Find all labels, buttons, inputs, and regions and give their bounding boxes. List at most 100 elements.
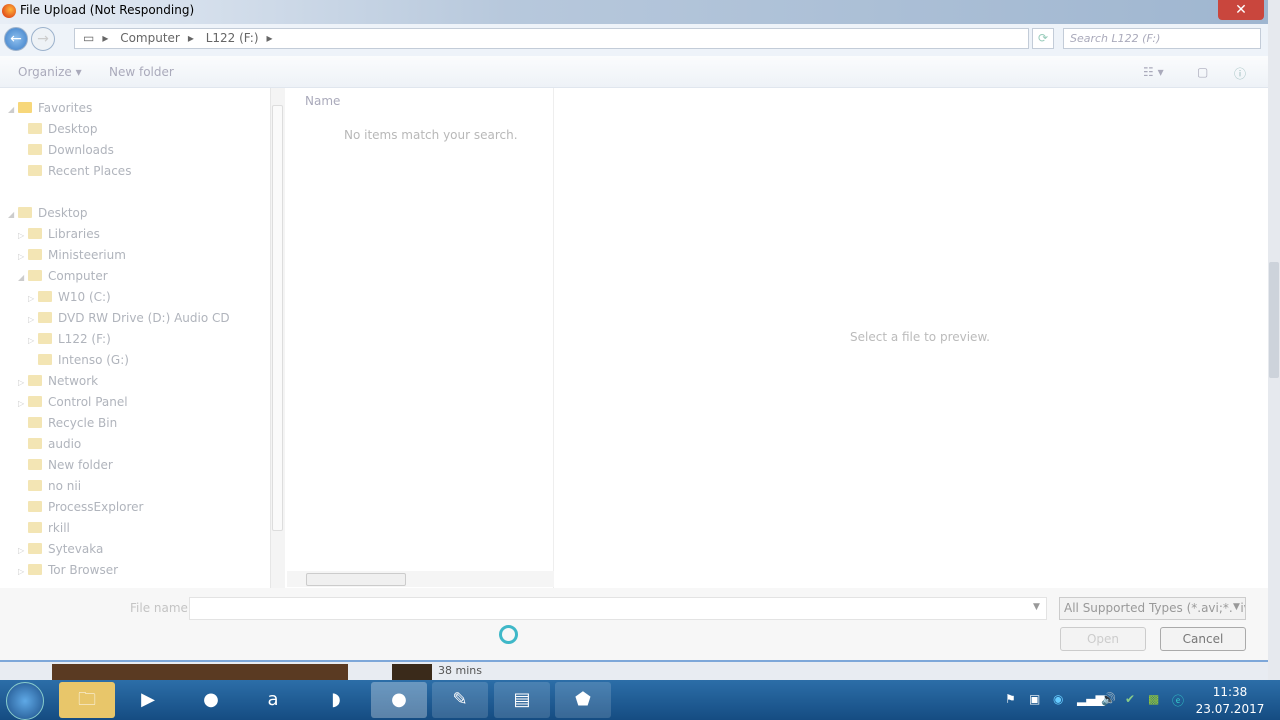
expand-arrow-icon[interactable]: ▷ xyxy=(18,562,28,582)
preview-pane-icon[interactable]: ▢ xyxy=(1197,65,1208,79)
nav-item[interactable]: ▷ Control Panel xyxy=(18,392,128,412)
nav-item[interactable]: ▷ W10 (C:) xyxy=(28,287,111,307)
toolbar xyxy=(0,56,1268,88)
nav-item[interactable]: Recycle Bin xyxy=(18,413,117,433)
start-button[interactable] xyxy=(6,682,44,720)
expand-arrow-icon[interactable]: ◢ xyxy=(8,100,18,120)
nav-item[interactable]: ▷ Sytevaka xyxy=(18,539,103,559)
help-icon[interactable]: ⓘ xyxy=(1234,65,1246,82)
horizontal-scrollbar-thumb[interactable] xyxy=(306,573,406,586)
nav-item-label: no nii xyxy=(48,479,82,493)
address-bar[interactable]: ▭ ▸ Computer ▸ L122 (F:) ▸ xyxy=(74,28,1029,49)
nav-item[interactable]: Intenso (G:) xyxy=(28,350,129,370)
nav-item[interactable]: audio xyxy=(18,434,81,454)
cancel-button[interactable]: Cancel xyxy=(1160,627,1246,651)
back-button[interactable]: ← xyxy=(4,27,28,51)
nav-item-label: DVD RW Drive (D:) Audio CD xyxy=(58,311,230,325)
nav-item[interactable]: ◢ Desktop xyxy=(8,203,88,223)
folder-icon xyxy=(28,165,42,176)
preview-message: Select a file to preview. xyxy=(850,330,990,344)
power-icon[interactable]: ▣ xyxy=(1029,692,1040,706)
column-header-name[interactable]: Name xyxy=(305,94,340,108)
page-scrollbar[interactable] xyxy=(1268,0,1280,680)
folder-icon xyxy=(38,333,52,344)
usb-icon[interactable]: ✔ xyxy=(1125,692,1135,706)
expand-arrow-icon[interactable]: ▷ xyxy=(18,394,28,414)
expand-arrow-icon[interactable]: ▷ xyxy=(18,541,28,561)
nav-item[interactable]: Desktop xyxy=(18,119,98,139)
action-center-icon[interactable]: ⚑ xyxy=(1005,692,1016,706)
view-options-icon[interactable]: ☷ ▾ xyxy=(1143,65,1164,79)
forward-button[interactable]: → xyxy=(31,27,55,51)
nav-scrollbar-thumb[interactable] xyxy=(272,105,283,531)
chevron-down-icon[interactable]: ▼ xyxy=(1033,602,1040,612)
clock[interactable]: 11:38 23.07.2017 xyxy=(1190,684,1270,718)
nav-item[interactable]: ▷ Network xyxy=(18,371,98,391)
expand-arrow-icon[interactable]: ▷ xyxy=(18,373,28,393)
browser-taskbar-icon[interactable]: ◗ xyxy=(308,682,364,718)
file-name-input[interactable] xyxy=(189,597,1047,620)
refresh-button[interactable]: ⟳ xyxy=(1032,28,1054,49)
file-name-label: File name: xyxy=(130,601,192,615)
notepad-plus-taskbar-icon[interactable]: ✎ xyxy=(432,682,488,718)
new-folder-button[interactable]: New folder xyxy=(109,65,174,79)
expand-arrow-icon[interactable]: ◢ xyxy=(8,205,18,225)
expand-arrow-icon[interactable]: ▷ xyxy=(28,310,38,330)
nav-item-label: Tor Browser xyxy=(48,563,119,577)
breadcrumb-computer[interactable]: Computer xyxy=(120,31,180,45)
tray-app-icon[interactable]: ▩ xyxy=(1148,692,1159,706)
folder-icon xyxy=(28,501,42,512)
strip-text: 38 mins xyxy=(438,664,482,677)
search-input[interactable]: Search L122 (F:) xyxy=(1063,28,1261,49)
eset-icon[interactable]: ⓔ xyxy=(1172,692,1184,709)
nav-item[interactable]: ▷ Ministeerium xyxy=(18,245,126,265)
media-player-taskbar-icon[interactable]: ▶ xyxy=(120,682,176,718)
open-button[interactable]: Open xyxy=(1060,627,1146,651)
notepad-taskbar-icon[interactable]: ▤ xyxy=(494,682,550,718)
folder-icon xyxy=(18,207,32,218)
busy-spinner-icon xyxy=(499,625,518,644)
nav-item[interactable]: ▷ DVD RW Drive (D:) Audio CD xyxy=(28,308,230,328)
paint-taskbar-icon[interactable]: ⬟ xyxy=(555,682,611,718)
organize-button[interactable]: Organize ▾ xyxy=(18,65,82,79)
nav-item[interactable]: rkill xyxy=(18,518,70,538)
nav-item-label: rkill xyxy=(48,521,70,535)
nav-item[interactable]: no nii xyxy=(18,476,81,496)
chevron-down-icon[interactable]: ▼ xyxy=(1233,602,1240,612)
folder-icon xyxy=(28,522,42,533)
nav-item[interactable]: ProcessExplorer xyxy=(18,497,143,517)
firefox-taskbar-icon[interactable]: ● xyxy=(183,682,239,718)
file-type-select[interactable]: All Supported Types (*.avi;*.div; xyxy=(1059,597,1246,620)
folder-icon xyxy=(28,270,42,281)
app-taskbar-icon[interactable]: a xyxy=(245,682,301,718)
nav-item[interactable]: Recent Places xyxy=(18,161,131,181)
firefox-icon xyxy=(2,4,16,18)
nav-item-label: Network xyxy=(48,374,99,388)
preview-pane: Select a file to preview. xyxy=(555,88,1266,588)
nav-item[interactable]: New folder xyxy=(18,455,113,475)
expand-arrow-icon[interactable]: ▷ xyxy=(18,226,28,246)
expand-arrow-icon[interactable]: ◢ xyxy=(18,268,28,288)
nav-item[interactable]: ▷ Tor Browser xyxy=(18,560,118,580)
nav-item[interactable]: ◢ Computer xyxy=(18,266,108,286)
expand-arrow-icon[interactable]: ▷ xyxy=(28,289,38,309)
nav-item[interactable]: Downloads xyxy=(18,140,114,160)
navigation-pane: ◢ Favorites Desktop Downloads Recent Places ◢… xyxy=(0,88,285,588)
drive-icon: ▭ xyxy=(83,31,95,45)
nav-item[interactable]: ◢ Favorites xyxy=(8,98,92,118)
expand-arrow-icon[interactable]: ▷ xyxy=(18,247,28,267)
page-scrollbar-thumb[interactable] xyxy=(1269,262,1279,378)
volume-icon[interactable]: 🔊 xyxy=(1101,692,1116,706)
breadcrumb-drive[interactable]: L122 (F:) xyxy=(206,31,259,45)
nav-item-label: Sytevaka xyxy=(48,542,104,556)
nav-item[interactable]: ▷ Libraries xyxy=(18,224,100,244)
app-tray-icon[interactable]: ◉ xyxy=(1053,692,1063,706)
chevron-icon: ▸ xyxy=(187,31,194,45)
expand-arrow-icon[interactable]: ▷ xyxy=(28,331,38,351)
nav-item[interactable]: ▷ L122 (F:) xyxy=(28,329,111,349)
nav-item-label: Libraries xyxy=(48,227,100,241)
close-button[interactable]: ✕ xyxy=(1218,0,1264,20)
nav-item-label: Control Panel xyxy=(48,395,128,409)
firefox-active-taskbar-icon[interactable]: ● xyxy=(371,682,427,718)
explorer-taskbar-icon[interactable]: 🗀 xyxy=(59,682,115,718)
